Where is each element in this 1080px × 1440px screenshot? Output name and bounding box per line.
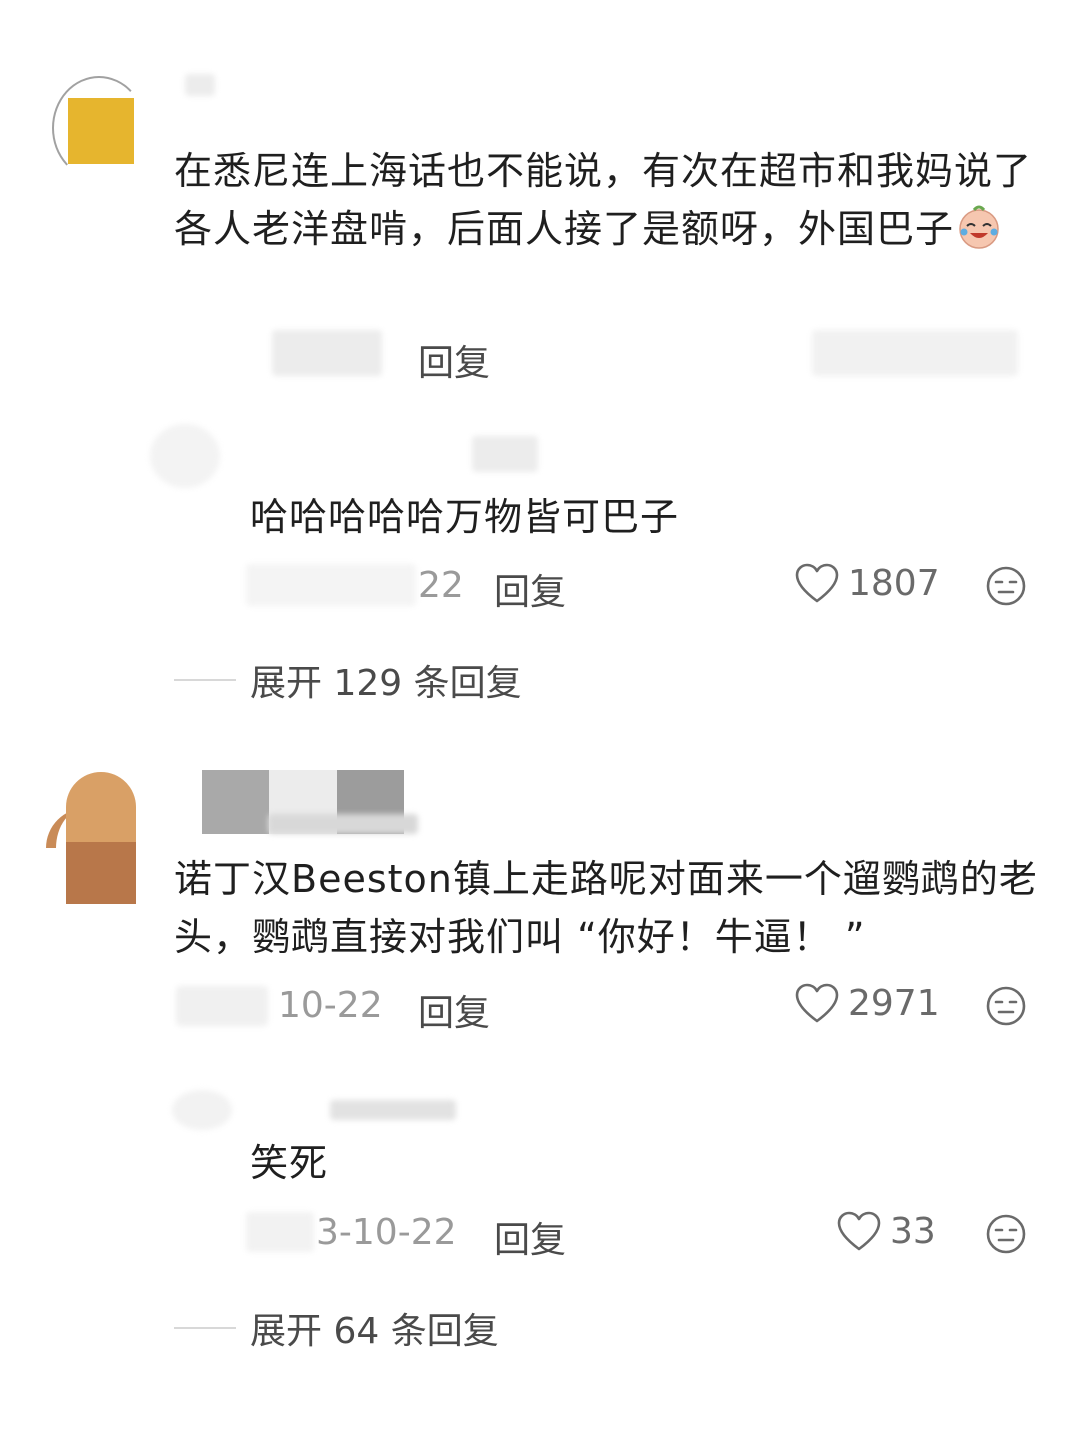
reply-button[interactable]: 回复 [494, 563, 566, 615]
avatar[interactable] [52, 76, 142, 176]
redacted-subtitle [268, 814, 418, 834]
dislike-button[interactable] [984, 1212, 1028, 1256]
expand-replies-label: 展开 129 条回复 [250, 663, 522, 704]
like-count: 2971 [848, 982, 940, 1024]
neutral-face-icon [986, 986, 1026, 1026]
reply-date: 3-10-22 [316, 1212, 457, 1253]
reply-avatar[interactable] [172, 1090, 232, 1130]
like-button[interactable]: 1807 [794, 562, 940, 604]
avatar[interactable] [44, 768, 138, 908]
comment-text: 诺丁汉Beeston镇上走路呢对面来一个遛鹦鹉的老头，鹦鹉直接对我们叫 “你好！… [174, 857, 1038, 959]
heart-icon [837, 1211, 881, 1251]
reply-text: 哈哈哈哈哈万物皆可巴子 [250, 495, 680, 539]
redacted-username [472, 436, 538, 472]
neutral-face-icon [986, 566, 1026, 606]
like-button[interactable]: 2971 [794, 982, 940, 1024]
like-button[interactable]: 33 [836, 1210, 936, 1252]
redacted-like-area [812, 330, 1018, 376]
redacted-year [246, 1212, 314, 1252]
divider-line [174, 679, 236, 681]
expand-replies-label: 展开 64 条回复 [250, 1311, 499, 1352]
dislike-button[interactable] [984, 984, 1028, 1028]
heart-icon [795, 563, 839, 603]
redacted-username [185, 74, 215, 96]
reply-date: 22 [418, 565, 464, 606]
redacted-date [246, 564, 416, 606]
expand-replies-button[interactable]: 展开 64 条回复 [174, 1302, 499, 1354]
dislike-button[interactable] [984, 564, 1028, 608]
like-count: 33 [890, 1210, 936, 1252]
divider-line [174, 1327, 236, 1329]
reply-text: 笑死 [250, 1141, 329, 1185]
redacted-year [176, 986, 268, 1026]
comment-date: 10-22 [278, 985, 383, 1026]
comment-text: 在悉尼连上海话也不能说，有次在超市和我妈说了各人老洋盘啃，后面人接了是额呀，外国… [174, 149, 1033, 251]
crying-laughing-emoji-icon [956, 204, 1002, 250]
like-count: 1807 [848, 562, 940, 604]
heart-icon [795, 983, 839, 1023]
neutral-face-icon [986, 1214, 1026, 1254]
reply-avatar[interactable] [150, 424, 220, 488]
reply-button[interactable]: 回复 [494, 1211, 566, 1263]
redacted-username [330, 1100, 456, 1120]
expand-replies-button[interactable]: 展开 129 条回复 [174, 654, 522, 706]
reply-button[interactable]: 回复 [418, 334, 490, 386]
reply-button[interactable]: 回复 [418, 984, 490, 1036]
redacted-location-date [272, 330, 382, 376]
